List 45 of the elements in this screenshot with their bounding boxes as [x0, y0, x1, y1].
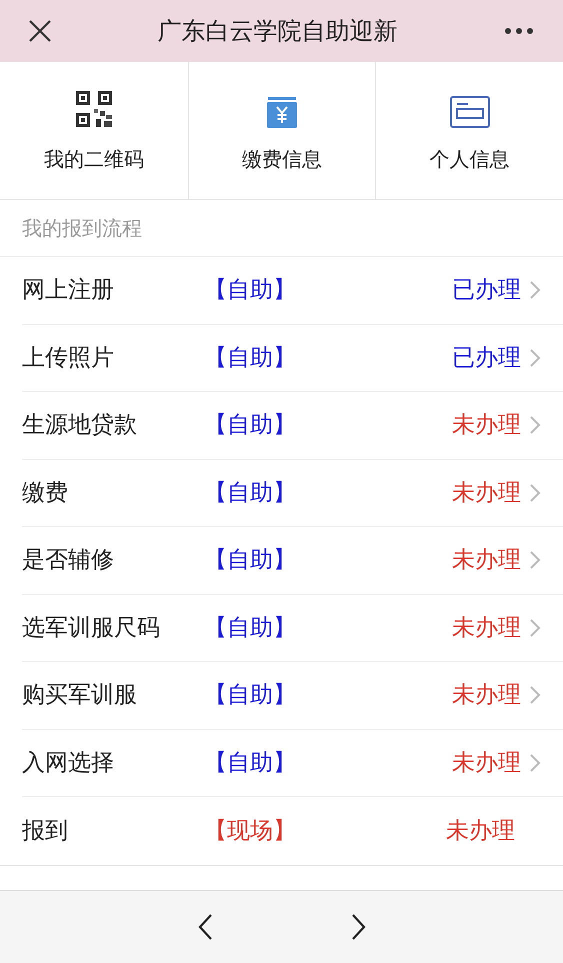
step-name: 缴费 — [22, 478, 69, 508]
step-status: 未办理 — [452, 614, 521, 642]
step-status: 未办理 — [452, 681, 521, 710]
step-row[interactable]: 选军训服尺码 【自助】 未办理 — [22, 594, 563, 662]
step-status: 未办理 — [452, 478, 521, 508]
step-row[interactable]: 网上注册 【自助】 已办理 — [22, 257, 563, 324]
step-mode: 【现场】 — [204, 816, 296, 846]
step-status: 未办理 — [452, 748, 521, 778]
id-card-icon — [450, 96, 490, 128]
step-mode: 【自助】 — [204, 546, 296, 575]
step-mode: 【自助】 — [204, 411, 296, 440]
step-row[interactable]: 缴费 【自助】 未办理 — [22, 460, 563, 527]
step-status: 未办理 — [452, 411, 521, 440]
step-name: 入网选择 — [22, 748, 115, 778]
step-row[interactable]: 生源地贷款 【自助】 未办理 — [22, 392, 563, 460]
step-mode: 【自助】 — [204, 614, 296, 642]
window-title: 广东白云学院自助迎新 — [156, 16, 398, 47]
step-name: 报到 — [22, 816, 69, 846]
close-icon — [28, 19, 52, 43]
step-mode: 【自助】 — [204, 276, 296, 305]
step-mode: 【自助】 — [204, 478, 296, 508]
step-status: 已办理 — [452, 276, 521, 305]
step-status: 未办理 — [446, 816, 515, 846]
step-name: 是否辅修 — [22, 546, 115, 575]
qr-code-icon — [74, 90, 113, 128]
step-name: 上传照片 — [22, 344, 115, 372]
chevron-right-icon — [350, 913, 366, 941]
step-mode: 【自助】 — [204, 681, 296, 710]
step-row[interactable]: 上传照片 【自助】 已办理 — [22, 324, 563, 392]
step-row[interactable]: 购买军训服 【自助】 未办理 — [22, 662, 563, 730]
yen-box-icon — [266, 96, 298, 128]
step-status: 未办理 — [452, 546, 521, 575]
step-name: 生源地贷款 — [22, 411, 138, 440]
step-name: 网上注册 — [22, 276, 115, 305]
chevron-left-icon — [196, 913, 212, 941]
step-mode: 【自助】 — [204, 748, 296, 778]
step-row[interactable]: 是否辅修 【自助】 未办理 — [22, 527, 563, 594]
step-status: 已办理 — [452, 344, 521, 372]
step-row[interactable]: 报到 【现场】 未办理 — [22, 797, 563, 864]
more-icon — [504, 27, 534, 35]
step-name: 选军训服尺码 — [22, 614, 161, 642]
step-row[interactable]: 入网选择 【自助】 未办理 — [22, 730, 563, 797]
section-title: 我的报到流程 — [22, 215, 142, 242]
step-mode: 【自助】 — [204, 344, 296, 372]
step-name: 购买军训服 — [22, 681, 138, 710]
